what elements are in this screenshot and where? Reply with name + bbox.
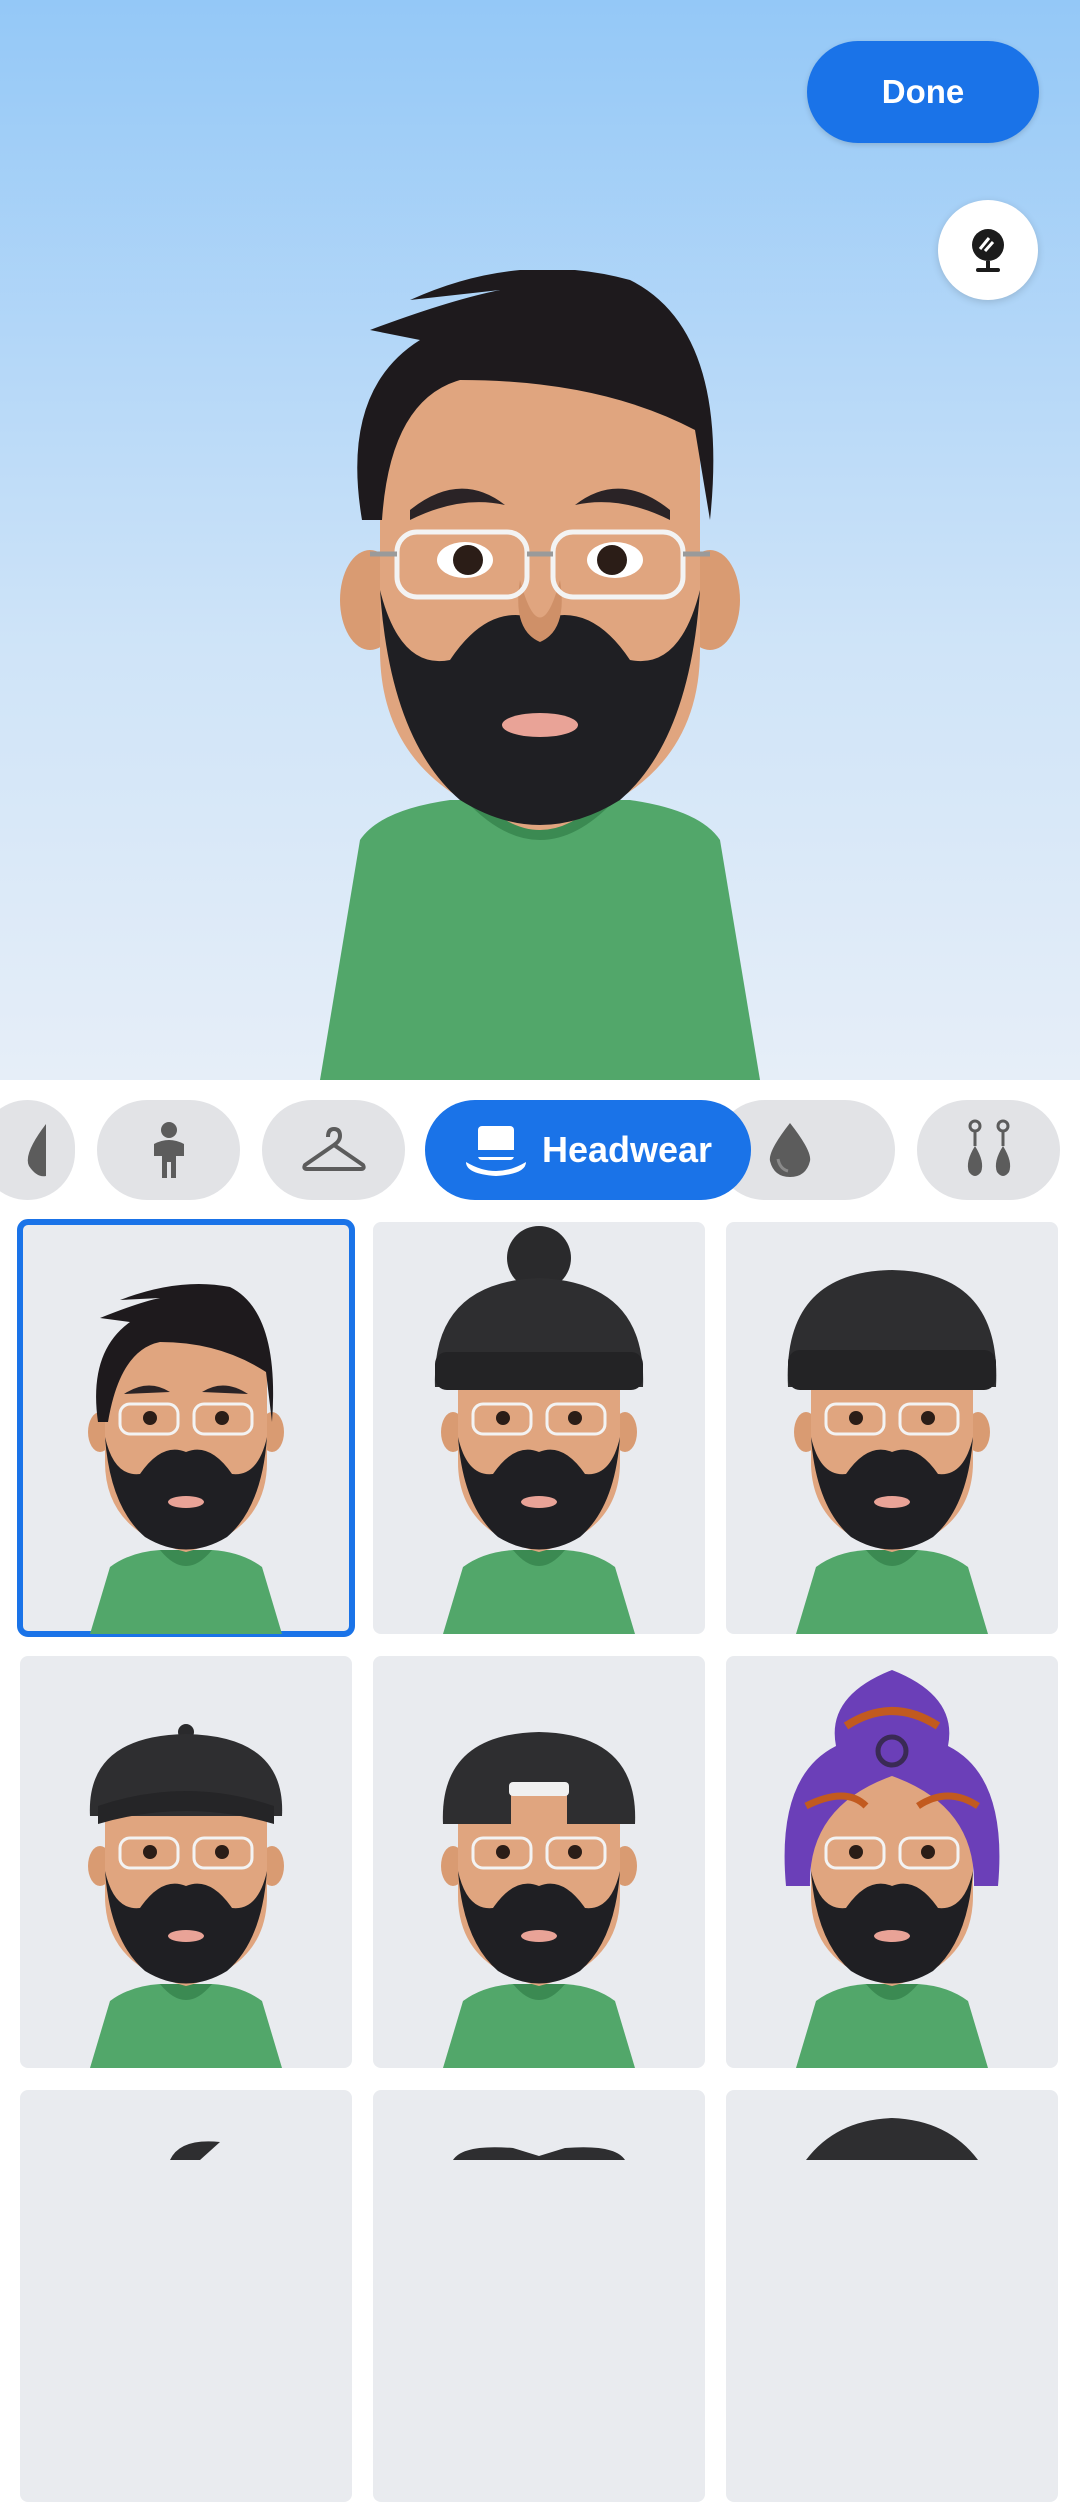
avatar-large — [320, 270, 760, 1080]
tab-earrings[interactable] — [917, 1100, 1060, 1200]
avatar-thumbnail — [787, 1270, 997, 1634]
headwear-option-beanie[interactable] — [726, 1222, 1058, 1634]
headwear-option-partial-1[interactable] — [20, 2090, 352, 2502]
headwear-option-turban[interactable] — [726, 1656, 1058, 2068]
earrings-icon — [967, 1119, 1010, 1176]
hanger-icon — [301, 1127, 366, 1171]
headwear-option-none[interactable] — [17, 1219, 355, 1637]
avatar-thumbnail — [88, 1724, 284, 2068]
headwear-option-baseball-cap[interactable] — [20, 1656, 352, 2068]
done-button[interactable]: Done — [807, 41, 1039, 143]
drop-half-icon — [27, 1124, 46, 1177]
avatar-thumbnail — [434, 1226, 644, 1634]
avatar-thumbnail — [806, 2118, 978, 2160]
avatar-thumbnail — [170, 2141, 220, 2160]
body-icon — [153, 1122, 184, 1178]
headwear-option-pompom-beanie[interactable] — [373, 1222, 705, 1634]
headwear-option-partial-3[interactable] — [726, 2090, 1058, 2502]
tab-outfit[interactable] — [262, 1100, 405, 1200]
avatar-thumbnail — [441, 1732, 637, 2068]
avatar-thumbnail — [453, 2147, 625, 2160]
tab-skin-tone[interactable] — [0, 1100, 75, 1200]
headwear-option-partial-2[interactable] — [373, 2090, 705, 2502]
tab-body-shape[interactable] — [97, 1100, 240, 1200]
headwear-option-backwards-cap[interactable] — [373, 1656, 705, 2068]
category-tabs: Headwear — [0, 1080, 1080, 1220]
mirror-icon — [972, 229, 1004, 272]
headwear-options-grid — [0, 1219, 1080, 2502]
avatar-thumbnail — [784, 1670, 1000, 2068]
tab-headwear-label: Headwear — [541, 1129, 713, 1170]
tab-headwear[interactable]: Headwear — [425, 1100, 751, 1200]
mirror-button[interactable] — [938, 200, 1038, 300]
drop-icon — [769, 1123, 811, 1177]
avatar-preview: Done — [0, 0, 1080, 1080]
avatar-thumbnail — [88, 1283, 284, 1634]
top-hat-icon — [465, 1126, 526, 1176]
